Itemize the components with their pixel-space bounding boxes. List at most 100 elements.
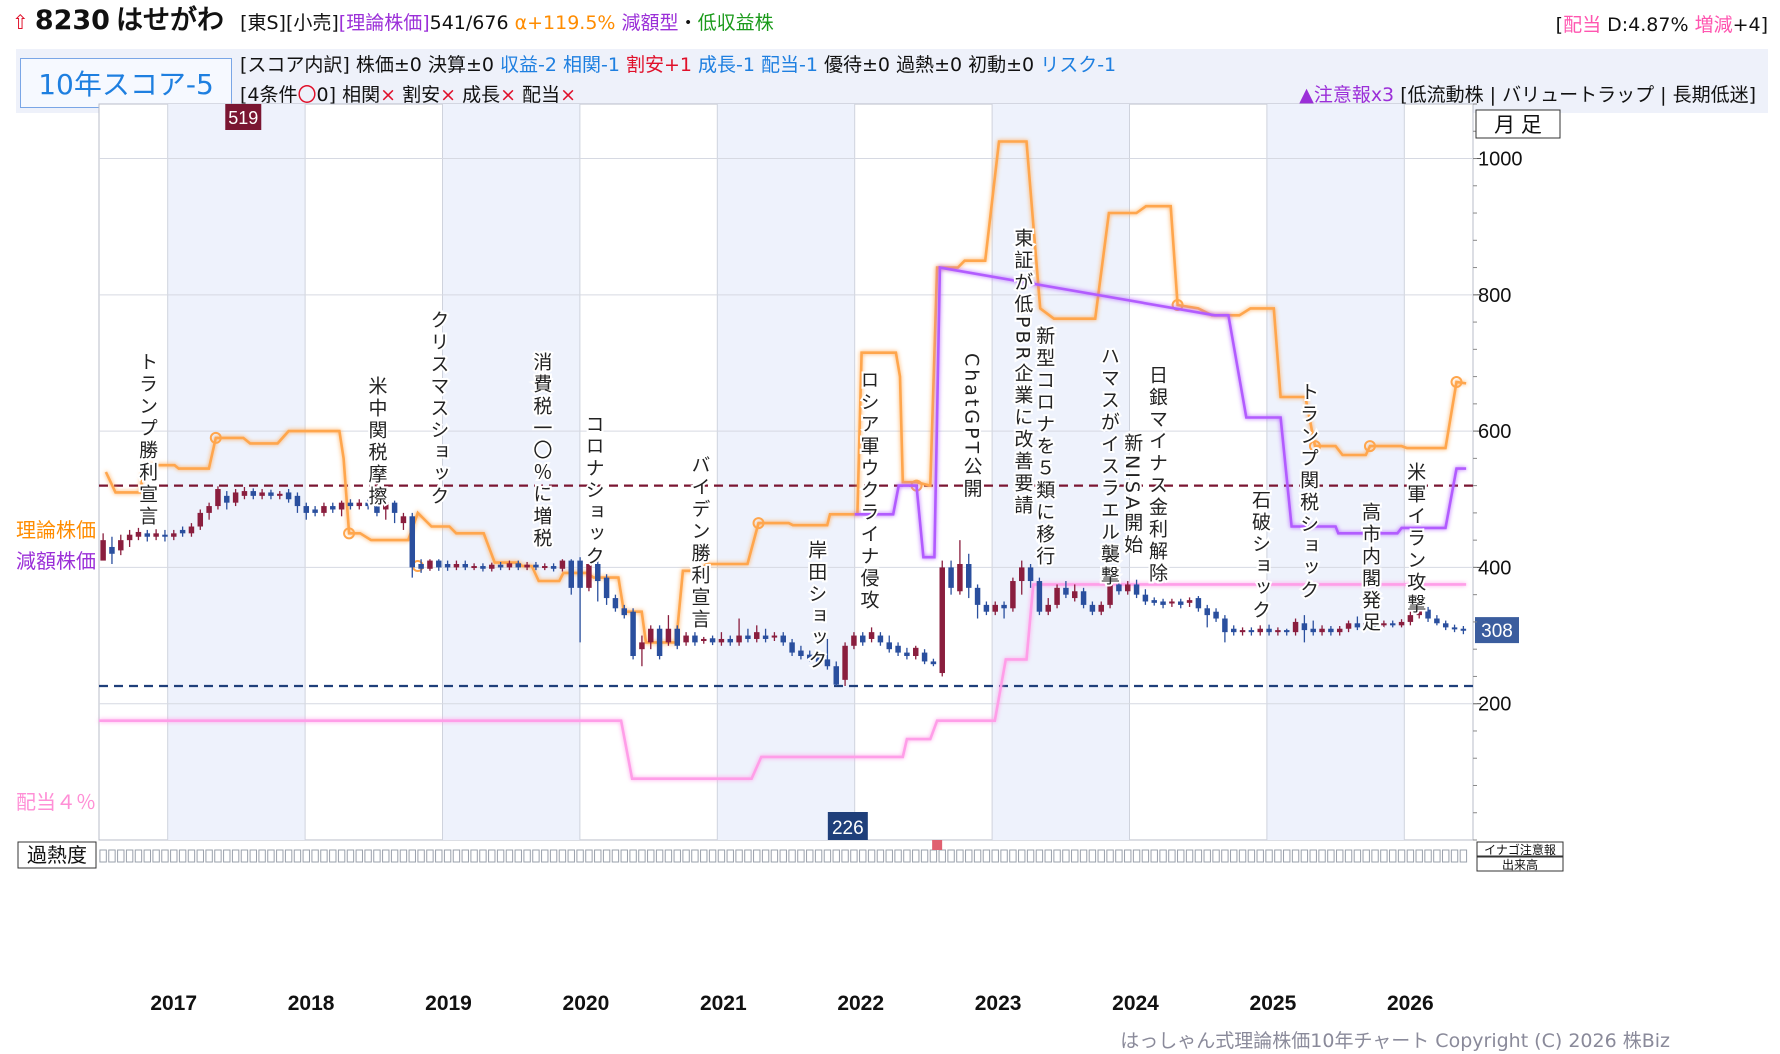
- candle-body: [1222, 618, 1228, 633]
- candle-body: [489, 564, 495, 569]
- candle-body: [630, 611, 636, 656]
- overheat-cell: [452, 849, 461, 863]
- overheat-cell: [1336, 849, 1344, 863]
- overheat-cell: [620, 849, 628, 863]
- overheat-cell: [629, 849, 637, 863]
- candle-body: [171, 533, 177, 537]
- price-tick-label: 600: [1478, 421, 1511, 443]
- overheat-cell: [408, 849, 416, 863]
- candle-body: [409, 516, 416, 568]
- overheat-cell: [761, 849, 770, 863]
- overheat-cell: [558, 849, 567, 863]
- overheat-cell: [1300, 849, 1309, 863]
- candle-body: [568, 560, 575, 588]
- candle-body: [718, 638, 725, 643]
- overheat-cell: [576, 849, 584, 863]
- candle-body: [1442, 623, 1449, 628]
- candle-body: [188, 526, 195, 534]
- candle-body: [983, 604, 990, 612]
- overheat-cell: [638, 849, 646, 863]
- candle-body: [471, 566, 477, 569]
- overheat-cell: [1389, 849, 1397, 863]
- candle-body: [312, 509, 318, 513]
- candle-body: [1054, 587, 1060, 605]
- candle-body: [1407, 615, 1414, 622]
- overheat-cell: [973, 849, 982, 863]
- overheat-cell: [611, 849, 620, 863]
- candle-body: [833, 666, 839, 685]
- candle-body: [524, 564, 530, 568]
- last-price: 308: [1481, 621, 1513, 642]
- event-label: 新NISA開始: [1121, 433, 1143, 557]
- event-label: 高市内閣発足: [1359, 502, 1381, 634]
- candle-body: [1063, 587, 1069, 595]
- event-label: ハマスがイスラエル襲撃: [1098, 346, 1120, 588]
- overheat-cell: [691, 849, 699, 863]
- overheat-cell: [1265, 849, 1273, 863]
- candle-body: [497, 564, 504, 568]
- overheat-cell: [355, 849, 363, 863]
- overheat-cell: [1079, 849, 1088, 863]
- overheat-cell: [284, 849, 293, 863]
- overheat-cell: [938, 849, 946, 863]
- overheat-cell: [770, 849, 779, 863]
- event-label: 新型コロナを５類に移行: [1033, 326, 1055, 568]
- overheat-cell: [1238, 849, 1247, 863]
- candle-body: [224, 495, 230, 503]
- year-label: 2023: [975, 992, 1022, 1015]
- candle-body: [215, 489, 221, 507]
- candle-body: [1345, 623, 1352, 629]
- candle-body: [533, 564, 539, 568]
- candle-body: [1133, 584, 1140, 595]
- candle-body: [1080, 591, 1087, 605]
- candle-body: [1257, 628, 1263, 633]
- candle-body: [162, 534, 168, 537]
- overheat-cell: [859, 849, 867, 863]
- overheat-cell: [1062, 849, 1070, 863]
- overheat-cell: [1035, 849, 1044, 863]
- overheat-cell: [231, 849, 240, 863]
- candle-body: [1142, 594, 1149, 602]
- candle-body: [453, 564, 460, 568]
- candle-body: [135, 531, 142, 537]
- high-marker: 519: [228, 108, 258, 128]
- candle-body: [206, 506, 212, 513]
- candle-body: [780, 635, 786, 643]
- overheat-cell: [1256, 849, 1264, 863]
- candle-body: [957, 564, 963, 592]
- overheat-cell: [1159, 849, 1167, 863]
- overheat-cell: [479, 849, 487, 863]
- candle-body: [789, 642, 795, 653]
- candle-body: [250, 491, 257, 496]
- overheat-cell: [1397, 849, 1406, 863]
- candle-body: [1036, 581, 1043, 612]
- candle-body: [321, 506, 327, 513]
- candle-body: [868, 632, 875, 639]
- overheat-cell: [1353, 849, 1362, 863]
- overheat-cell: [320, 849, 328, 863]
- candle-body: [648, 628, 654, 643]
- overheat-cell: [876, 849, 885, 863]
- candle-body: [1151, 600, 1157, 603]
- candle-body: [268, 492, 274, 496]
- candle-body: [1389, 623, 1396, 626]
- candle-body: [100, 540, 106, 561]
- candle-body: [338, 502, 345, 510]
- overheat-cell: [187, 849, 196, 863]
- overheat-cell: [293, 849, 302, 863]
- year-band: [717, 104, 855, 840]
- candle-body: [1230, 628, 1237, 633]
- event-label: バイデン勝利宣言: [688, 455, 710, 631]
- overheat-cell: [549, 849, 558, 863]
- overheat-cell: [1221, 849, 1229, 863]
- overheat-cell: [1433, 849, 1441, 863]
- overheat-cell: [488, 849, 496, 863]
- overheat-cell: [329, 849, 337, 863]
- overheat-cell: [673, 849, 681, 863]
- price-tick-label: 400: [1478, 557, 1511, 579]
- candle-body: [391, 502, 398, 513]
- overheat-cell: [161, 849, 169, 863]
- overheat-cell: [885, 849, 893, 863]
- candle-body: [462, 564, 469, 568]
- overheat-cell: [823, 849, 832, 863]
